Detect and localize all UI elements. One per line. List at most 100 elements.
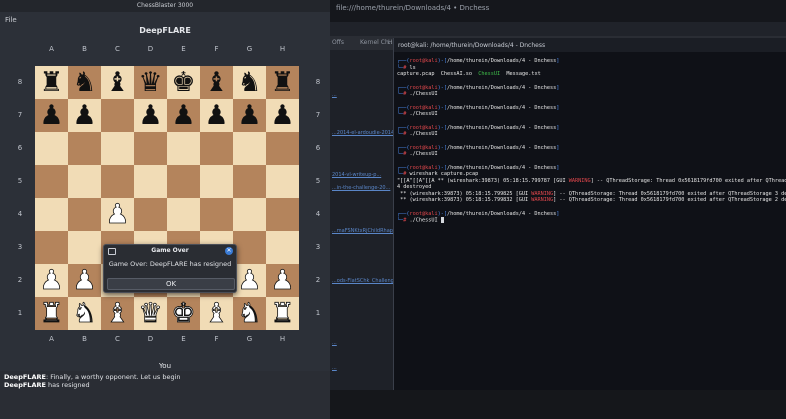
square-a1[interactable]: ♜ [35,297,68,330]
square-e5[interactable] [167,165,200,198]
square-a2[interactable]: ♟ [35,264,68,297]
square-h5[interactable] [266,165,299,198]
terminal-output[interactable]: ┌──(root@kali)-[/home/thurein/Downloads/… [397,58,786,224]
square-a5[interactable] [35,165,68,198]
white-king-icon[interactable]: ♚ [167,297,200,330]
bookmark-item[interactable]: Offs [332,39,344,46]
white-pawn-icon[interactable]: ♟ [68,264,101,297]
black-bishop-icon[interactable]: ♝ [101,66,134,99]
square-a8[interactable]: ♜ [35,66,68,99]
black-bishop-icon[interactable]: ♝ [200,66,233,99]
white-rook-icon[interactable]: ♜ [35,297,68,330]
page-link[interactable]: 2014-vl-writeup-p... [332,172,381,178]
black-pawn-icon[interactable]: ♟ [266,99,299,132]
browser-tab-title[interactable]: file:///home/thurein/Downloads/4 • Dnche… [336,4,489,12]
white-pawn-icon[interactable]: ♟ [266,264,299,297]
square-h4[interactable] [266,198,299,231]
square-h2[interactable]: ♟ [266,264,299,297]
square-d4[interactable] [134,198,167,231]
square-h1[interactable]: ♜ [266,297,299,330]
square-b5[interactable] [68,165,101,198]
square-g6[interactable] [233,132,266,165]
white-pawn-icon[interactable]: ♟ [233,264,266,297]
black-knight-icon[interactable]: ♞ [68,66,101,99]
square-c8[interactable]: ♝ [101,66,134,99]
square-c1[interactable]: ♝ [101,297,134,330]
white-knight-icon[interactable]: ♞ [68,297,101,330]
square-g7[interactable]: ♟ [233,99,266,132]
page-link[interactable]: ...2014-el-ardoudie-2014... [332,130,399,136]
black-rook-icon[interactable]: ♜ [35,66,68,99]
page-link[interactable]: ... [332,365,337,371]
square-d5[interactable] [134,165,167,198]
square-f6[interactable] [200,132,233,165]
square-e7[interactable]: ♟ [167,99,200,132]
square-b6[interactable] [68,132,101,165]
close-icon[interactable]: ✕ [225,247,233,255]
square-f8[interactable]: ♝ [200,66,233,99]
black-pawn-icon[interactable]: ♟ [134,99,167,132]
square-g1[interactable]: ♞ [233,297,266,330]
terminal-window[interactable]: root@kali: /home/thurein/Downloads/4 - D… [393,38,786,390]
white-bishop-icon[interactable]: ♝ [200,297,233,330]
square-e4[interactable] [167,198,200,231]
menu-file[interactable]: File [5,16,17,24]
square-f5[interactable] [200,165,233,198]
square-g2[interactable]: ♟ [233,264,266,297]
square-g8[interactable]: ♞ [233,66,266,99]
square-b2[interactable]: ♟ [68,264,101,297]
black-pawn-icon[interactable]: ♟ [233,99,266,132]
white-knight-icon[interactable]: ♞ [233,297,266,330]
square-b3[interactable] [68,231,101,264]
black-pawn-icon[interactable]: ♟ [200,99,233,132]
square-g4[interactable] [233,198,266,231]
square-d6[interactable] [134,132,167,165]
square-h6[interactable] [266,132,299,165]
white-queen-icon[interactable]: ♛ [134,297,167,330]
white-rook-icon[interactable]: ♜ [266,297,299,330]
square-f4[interactable] [200,198,233,231]
square-b8[interactable]: ♞ [68,66,101,99]
square-d7[interactable]: ♟ [134,99,167,132]
page-link[interactable]: ...in-the-challenge-20... [332,185,390,191]
page-link[interactable]: ...maFSNKtxRjChildRhapJ... [332,228,399,234]
square-d8[interactable]: ♛ [134,66,167,99]
black-pawn-icon[interactable]: ♟ [167,99,200,132]
square-h7[interactable]: ♟ [266,99,299,132]
white-pawn-icon[interactable]: ♟ [101,198,134,231]
ok-button[interactable]: OK [107,278,235,290]
square-d1[interactable]: ♛ [134,297,167,330]
square-g3[interactable] [233,231,266,264]
square-e1[interactable]: ♚ [167,297,200,330]
square-h8[interactable]: ♜ [266,66,299,99]
square-b4[interactable] [68,198,101,231]
black-rook-icon[interactable]: ♜ [266,66,299,99]
square-a4[interactable] [35,198,68,231]
square-c5[interactable] [101,165,134,198]
black-king-icon[interactable]: ♚ [167,66,200,99]
square-c4[interactable]: ♟ [101,198,134,231]
square-e6[interactable] [167,132,200,165]
square-h3[interactable] [266,231,299,264]
square-c6[interactable] [101,132,134,165]
black-pawn-icon[interactable]: ♟ [35,99,68,132]
square-e8[interactable]: ♚ [167,66,200,99]
square-a6[interactable] [35,132,68,165]
square-b1[interactable]: ♞ [68,297,101,330]
page-link[interactable]: ... [332,340,337,346]
white-bishop-icon[interactable]: ♝ [101,297,134,330]
square-b7[interactable]: ♟ [68,99,101,132]
white-pawn-icon[interactable]: ♟ [35,264,68,297]
prompt-user: root@kali [409,144,438,151]
black-pawn-icon[interactable]: ♟ [68,99,101,132]
square-f7[interactable]: ♟ [200,99,233,132]
black-knight-icon[interactable]: ♞ [233,66,266,99]
square-f1[interactable]: ♝ [200,297,233,330]
square-g5[interactable] [233,165,266,198]
rank-label: 2 [17,276,23,284]
black-queen-icon[interactable]: ♛ [134,66,167,99]
square-a3[interactable] [35,231,68,264]
page-link[interactable]: ... [332,92,337,98]
square-c7[interactable] [101,99,134,132]
square-a7[interactable]: ♟ [35,99,68,132]
